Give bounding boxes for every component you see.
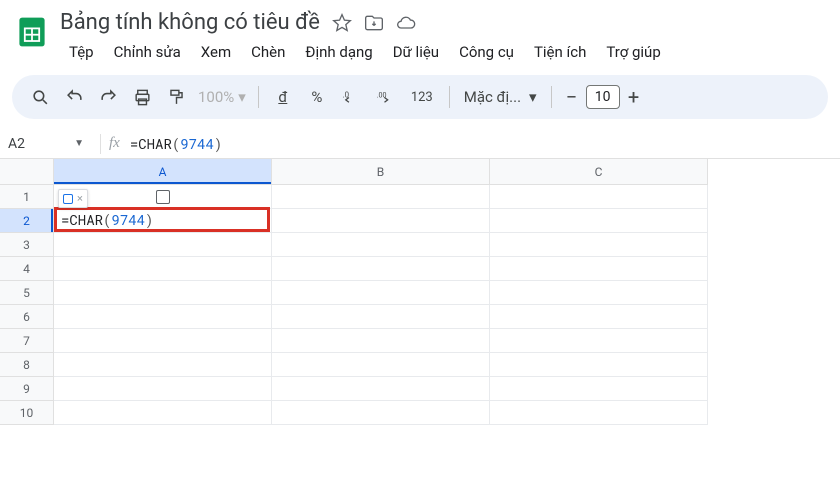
menu-file[interactable]: Tệp: [60, 39, 103, 65]
cell-C5[interactable]: [490, 281, 708, 305]
cell-C9[interactable]: [490, 377, 708, 401]
spreadsheet-grid[interactable]: ABC 12345678910 =CHAR(9744) ×: [0, 159, 840, 479]
cell-B7[interactable]: [272, 329, 490, 353]
fx-icon[interactable]: fx: [109, 135, 120, 152]
zoom-value: 100%: [198, 88, 234, 106]
cell-editor[interactable]: =CHAR(9744): [54, 207, 270, 232]
cell-C3[interactable]: [490, 233, 708, 257]
row-header-5[interactable]: 5: [0, 281, 54, 305]
cell-A8[interactable]: [54, 353, 272, 377]
menu-bar: Tệp Chỉnh sửa Xem Chèn Định dạng Dữ liệu…: [60, 39, 828, 65]
cell-C8[interactable]: [490, 353, 708, 377]
zoom-select[interactable]: 100%▾: [194, 88, 250, 106]
formula-preview-popup: ×: [58, 189, 88, 208]
cell-A5[interactable]: [54, 281, 272, 305]
separator: [449, 86, 450, 108]
sheets-logo[interactable]: [12, 12, 52, 52]
row-header-2[interactable]: 2: [0, 209, 54, 233]
separator: [100, 134, 101, 154]
cell-A6[interactable]: [54, 305, 272, 329]
row-header-9[interactable]: 9: [0, 377, 54, 401]
close-icon[interactable]: ×: [77, 192, 83, 205]
column-header-B[interactable]: B: [272, 159, 490, 185]
cell-B8[interactable]: [272, 353, 490, 377]
menu-data[interactable]: Dữ liệu: [384, 39, 448, 65]
cell-C1[interactable]: [490, 185, 708, 209]
separator: [551, 86, 552, 108]
checkbox-icon: [156, 190, 170, 204]
undo-icon[interactable]: [58, 81, 90, 113]
toolbar: 100%▾ đ % .0 .00 123 Mặc đị...▾ − 10 +: [12, 75, 828, 119]
document-title[interactable]: Bảng tính không có tiêu đề: [60, 10, 320, 35]
redo-icon[interactable]: [92, 81, 124, 113]
cloud-status-icon[interactable]: [396, 13, 416, 33]
decrease-font-size-button[interactable]: −: [560, 85, 584, 109]
cell-B1[interactable]: [272, 185, 490, 209]
font-family-select[interactable]: Mặc đị... ▾: [458, 88, 543, 106]
increase-font-size-button[interactable]: +: [622, 85, 646, 109]
cell-C7[interactable]: [490, 329, 708, 353]
formula-input[interactable]: =CHAR(9744): [130, 134, 222, 153]
row-header-1[interactable]: 1: [0, 185, 54, 209]
cell-B10[interactable]: [272, 401, 490, 425]
checkbox-preview-icon: [63, 194, 73, 204]
cell-A4[interactable]: [54, 257, 272, 281]
cell-B6[interactable]: [272, 305, 490, 329]
cell-B5[interactable]: [272, 281, 490, 305]
menu-edit[interactable]: Chỉnh sửa: [105, 39, 190, 65]
cell-A9[interactable]: [54, 377, 272, 401]
percent-button[interactable]: %: [301, 81, 333, 113]
formula-bar: A2 ▼ fx =CHAR(9744): [0, 129, 840, 159]
chevron-down-icon: ▾: [529, 88, 537, 106]
cell-C6[interactable]: [490, 305, 708, 329]
column-header-C[interactable]: C: [490, 159, 708, 185]
more-formats-button[interactable]: 123: [403, 81, 441, 113]
print-icon[interactable]: [126, 81, 158, 113]
increase-decimal-icon[interactable]: .00: [369, 81, 401, 113]
cell-C2[interactable]: [490, 209, 708, 233]
currency-button[interactable]: đ: [267, 81, 299, 113]
cell-B9[interactable]: [272, 377, 490, 401]
cell-B2[interactable]: [272, 209, 490, 233]
row-header-3[interactable]: 3: [0, 233, 54, 257]
cell-reference: A2: [8, 136, 25, 152]
cell-C10[interactable]: [490, 401, 708, 425]
paint-format-icon[interactable]: [160, 81, 192, 113]
chevron-down-icon: ▼: [74, 138, 84, 149]
menu-view[interactable]: Xem: [192, 39, 240, 65]
menu-insert[interactable]: Chèn: [242, 39, 294, 65]
cell-C4[interactable]: [490, 257, 708, 281]
column-header-A[interactable]: A: [54, 159, 272, 185]
cell-A10[interactable]: [54, 401, 272, 425]
menu-format[interactable]: Định dạng: [296, 39, 381, 65]
select-all-corner[interactable]: [0, 159, 54, 185]
row-header-7[interactable]: 7: [0, 329, 54, 353]
cell-A3[interactable]: [54, 233, 272, 257]
star-icon[interactable]: [332, 13, 352, 33]
search-icon[interactable]: [24, 81, 56, 113]
menu-tools[interactable]: Công cụ: [450, 39, 523, 65]
separator: [258, 86, 259, 108]
row-header-10[interactable]: 10: [0, 401, 54, 425]
row-header-8[interactable]: 8: [0, 353, 54, 377]
font-name-label: Mặc đị...: [464, 88, 521, 106]
decrease-decimal-icon[interactable]: .0: [335, 81, 367, 113]
row-header-6[interactable]: 6: [0, 305, 54, 329]
cell-B3[interactable]: [272, 233, 490, 257]
cell-A7[interactable]: [54, 329, 272, 353]
chevron-down-icon: ▾: [238, 88, 246, 106]
move-icon[interactable]: [364, 13, 384, 33]
cell-B4[interactable]: [272, 257, 490, 281]
name-box[interactable]: A2 ▼: [8, 136, 92, 152]
row-header-4[interactable]: 4: [0, 257, 54, 281]
menu-help[interactable]: Trợ giúp: [597, 39, 669, 65]
font-size-input[interactable]: 10: [586, 85, 620, 109]
menu-extensions[interactable]: Tiện ích: [525, 39, 595, 65]
